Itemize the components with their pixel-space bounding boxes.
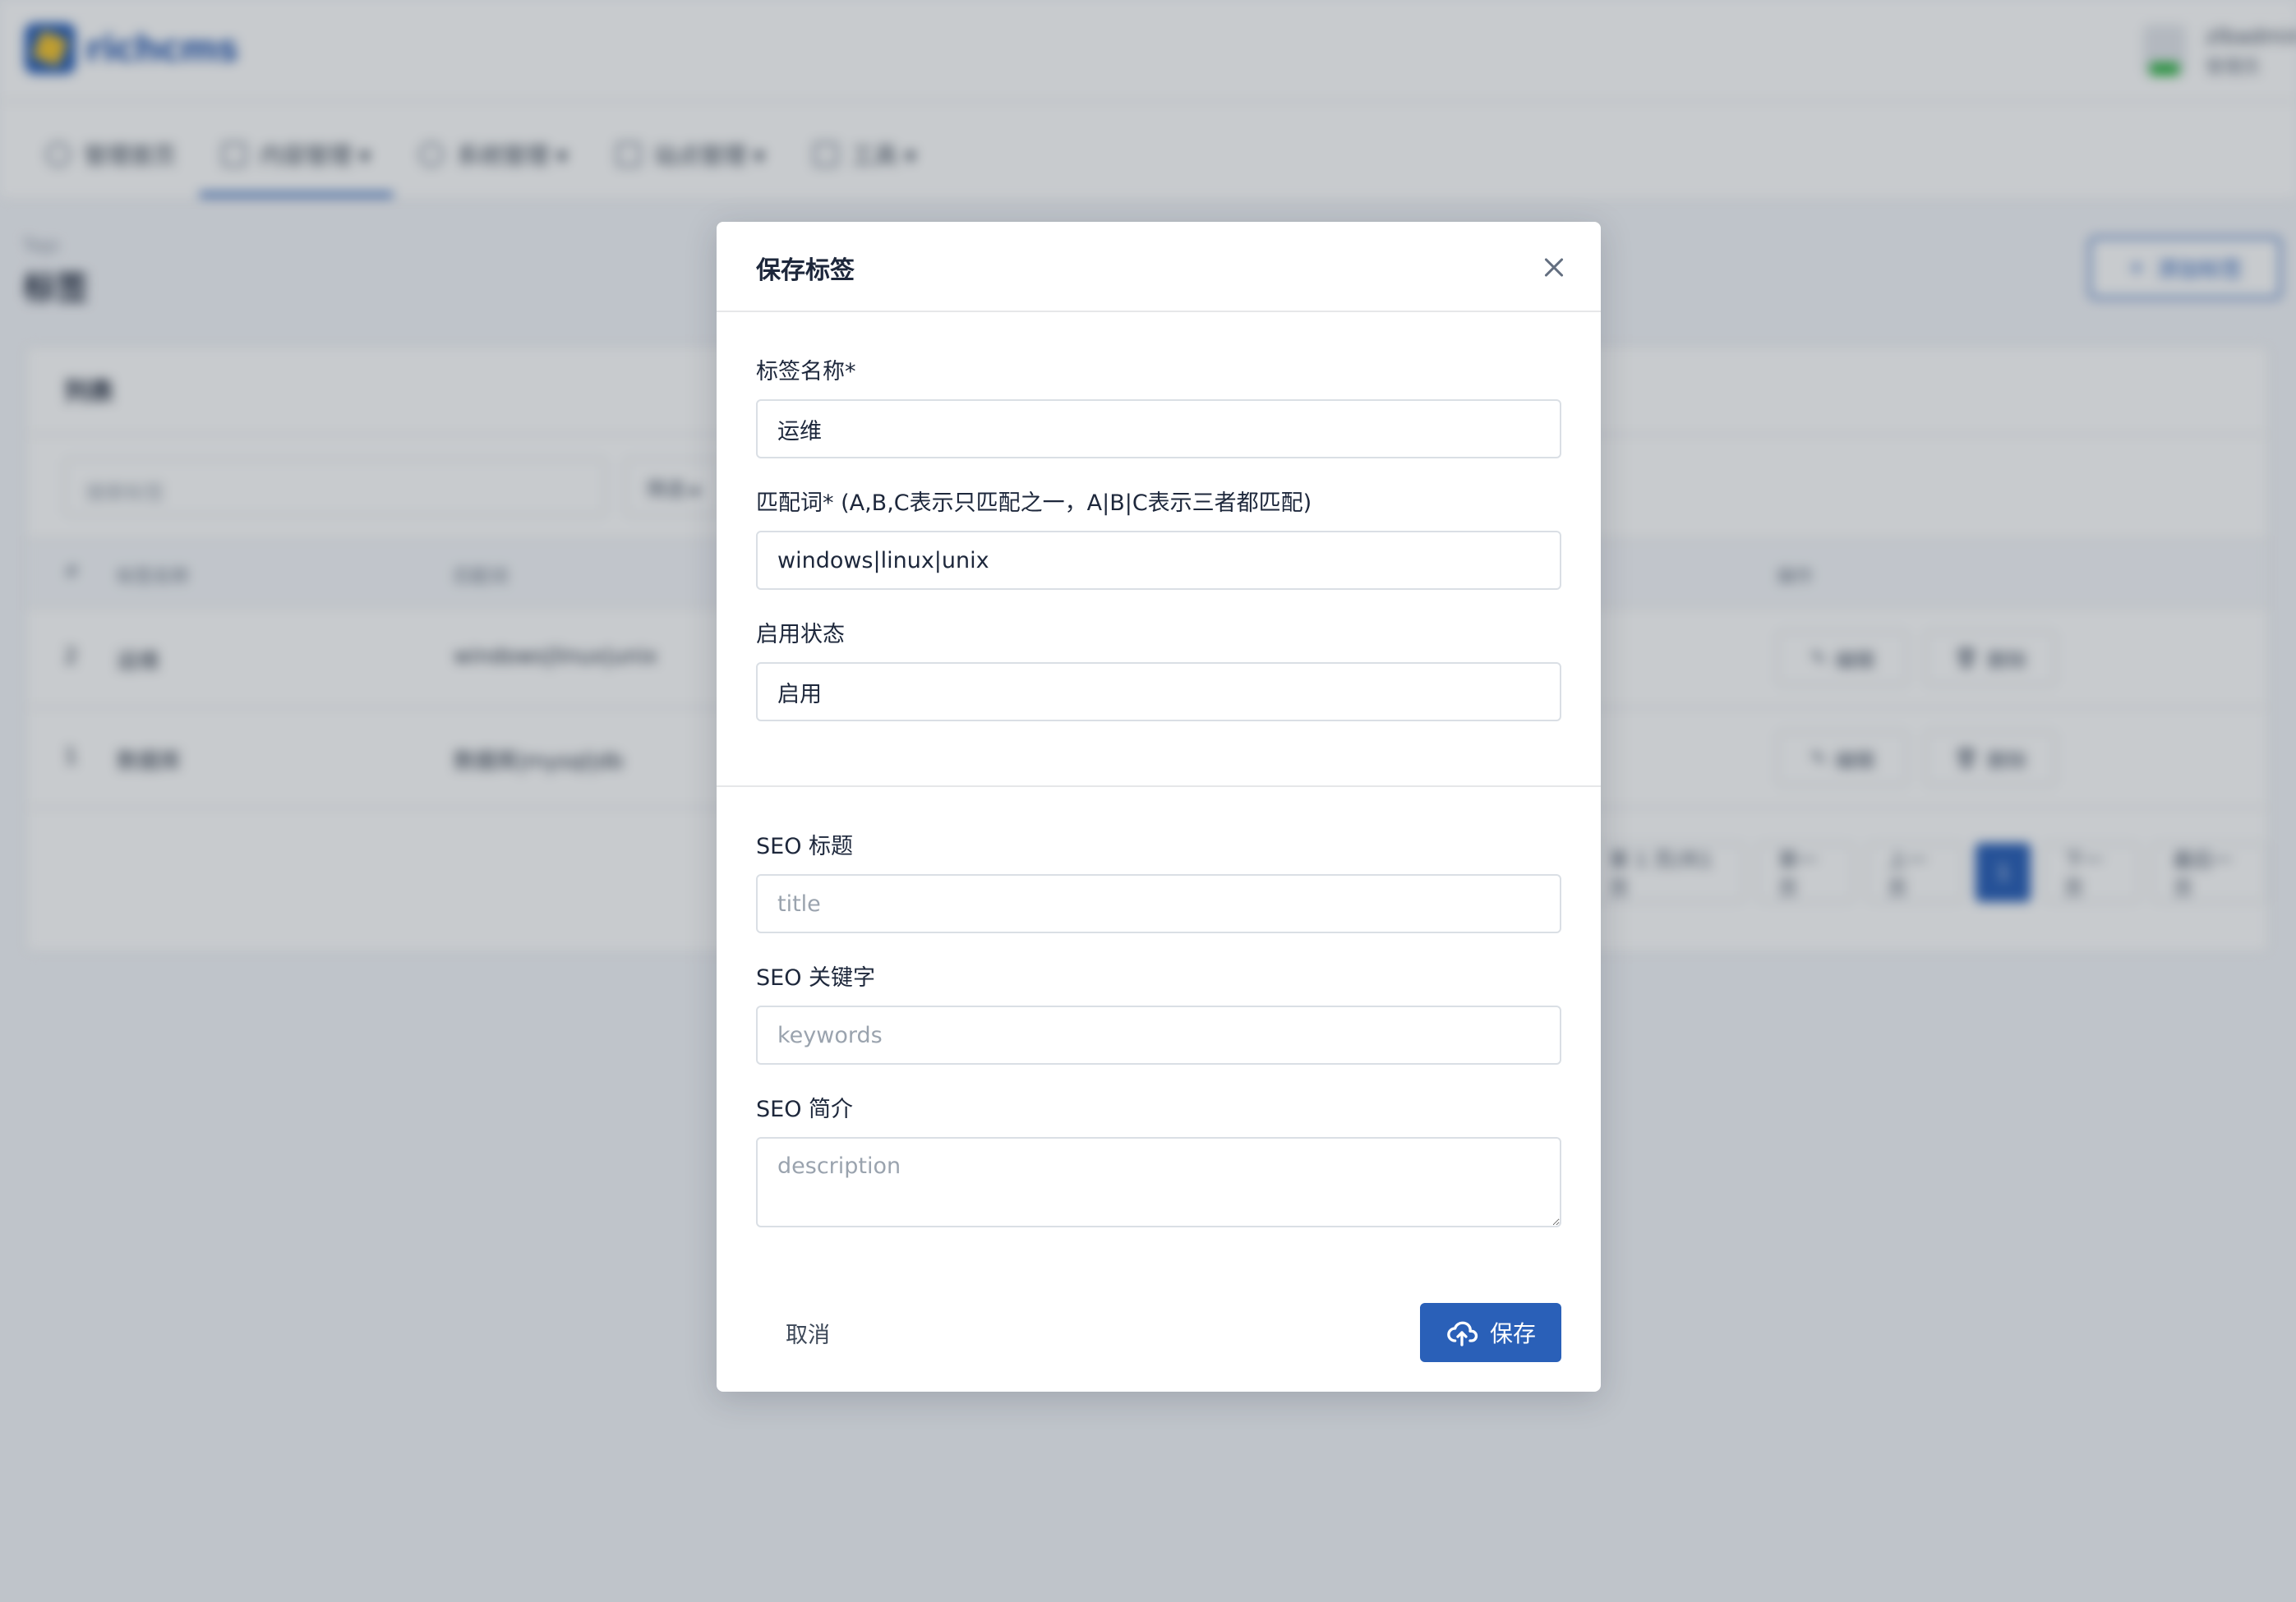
status-select[interactable]: 启用 bbox=[756, 662, 1561, 721]
section-divider bbox=[717, 785, 1601, 787]
cloud-upload-icon bbox=[1447, 1321, 1478, 1347]
seo-description-textarea[interactable] bbox=[756, 1137, 1561, 1227]
seo-title-label: SEO 标题 bbox=[756, 834, 854, 859]
tag-name-label: 标签名称* bbox=[756, 359, 856, 384]
seo-keywords-label: SEO 关键字 bbox=[756, 965, 876, 991]
seo-keywords-input[interactable] bbox=[756, 1006, 1561, 1065]
status-label: 启用状态 bbox=[756, 622, 845, 647]
save-button-label: 保存 bbox=[1489, 1320, 1536, 1347]
tag-name-input[interactable] bbox=[756, 399, 1561, 458]
keywords-label: 匹配词* (A,B,C表示只匹配之一，A|B|C表示三者都匹配) bbox=[756, 490, 1312, 516]
seo-description-label: SEO 简介 bbox=[756, 1097, 854, 1122]
save-button[interactable]: 保存 bbox=[1420, 1303, 1561, 1362]
close-icon[interactable] bbox=[1533, 246, 1574, 288]
cancel-button[interactable]: 取消 bbox=[756, 1303, 860, 1362]
modal-header: 保存标签 bbox=[717, 222, 1601, 312]
seo-title-input[interactable] bbox=[756, 874, 1561, 933]
save-tag-modal: 保存标签 标签名称* 匹配词* (A,B,C表示只匹配之一，A|B|C表示三者都… bbox=[717, 222, 1601, 1392]
modal-title: 保存标签 bbox=[756, 256, 855, 285]
keywords-input[interactable] bbox=[756, 531, 1561, 590]
